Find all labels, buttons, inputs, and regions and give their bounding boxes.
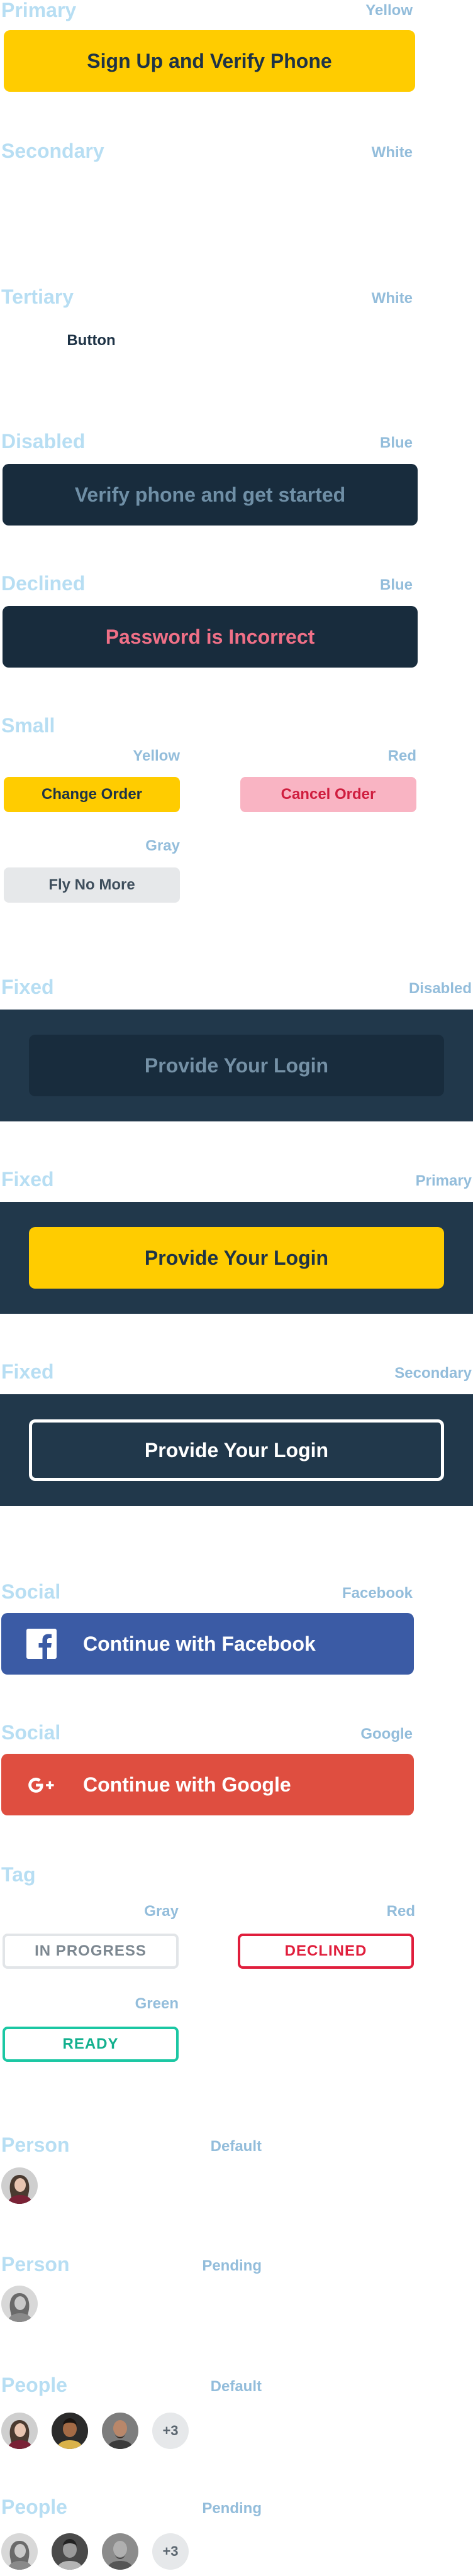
provide-login-primary-button[interactable]: Provide Your Login (29, 1227, 444, 1289)
provide-login-secondary-button[interactable]: Provide Your Login (29, 1419, 444, 1481)
avatar-pending[interactable] (1, 2533, 38, 2570)
variant-label-facebook: Facebook (342, 1585, 413, 1602)
section-title-social: Social (1, 1580, 61, 1603)
variant-label-google: Google (360, 1726, 413, 1742)
change-order-button[interactable]: Change Order (4, 777, 180, 812)
continue-with-google-label: Continue with Google (83, 1773, 291, 1796)
section-title-small: Small (1, 714, 55, 737)
fixed-footer-disabled: Provide Your Login (0, 1010, 473, 1121)
google-plus-icon (26, 1770, 57, 1800)
variant-label-white: White (371, 290, 413, 307)
more-people-count[interactable]: +3 (152, 2413, 189, 2449)
fly-no-more-button[interactable]: Fly No More (4, 867, 180, 903)
cancel-order-button[interactable]: Cancel Order (240, 777, 416, 812)
variant-label-default: Default (210, 2378, 262, 2395)
variant-label-blue: Blue (379, 576, 413, 593)
section-title-person: Person (1, 2253, 70, 2276)
section-title-tertiary: Tertiary (1, 285, 74, 308)
avatar[interactable] (52, 2413, 88, 2449)
variant-label-yellow: Yellow (133, 747, 180, 764)
variant-label-red: Red (386, 1903, 415, 1920)
section-title-secondary: Secondary (1, 140, 104, 162)
variant-label-pending: Pending (202, 2500, 262, 2517)
fixed-footer-primary: Provide Your Login (0, 1202, 473, 1314)
section-title-disabled: Disabled (1, 430, 86, 453)
variant-label-pending: Pending (202, 2257, 262, 2274)
variant-label-default: Default (210, 2138, 262, 2155)
section-title-people: People (1, 2374, 67, 2396)
variant-label-secondary: Secondary (394, 1365, 472, 1382)
avatar[interactable] (1, 2167, 38, 2204)
variant-label-primary: Primary (415, 1172, 472, 1189)
continue-with-facebook-label: Continue with Facebook (83, 1632, 316, 1655)
facebook-icon (26, 1629, 57, 1659)
section-title-fixed: Fixed (1, 976, 54, 998)
tag-ready: READY (3, 2027, 179, 2062)
variant-label-disabled: Disabled (408, 980, 472, 997)
section-title-social: Social (1, 1721, 61, 1744)
continue-with-facebook-button[interactable]: Continue with Facebook (1, 1613, 414, 1675)
section-title-declined: Declined (1, 572, 86, 595)
section-title-person: Person (1, 2133, 70, 2156)
tag-in-progress: IN PROGRESS (3, 1934, 179, 1969)
avatar[interactable] (1, 2413, 38, 2449)
section-title-fixed: Fixed (1, 1360, 54, 1383)
tertiary-button[interactable]: Button (57, 328, 126, 353)
fixed-footer-secondary: Provide Your Login (0, 1394, 473, 1506)
variant-label-white: White (371, 144, 413, 161)
verify-phone-disabled-button[interactable]: Verify phone and get started (3, 464, 418, 526)
provide-login-disabled-button[interactable]: Provide Your Login (29, 1035, 444, 1096)
tag-declined: DECLINED (238, 1934, 414, 1969)
avatar-pending[interactable] (1, 2286, 38, 2322)
variant-label-yellow: Yellow (365, 2, 413, 19)
avatar[interactable] (102, 2413, 138, 2449)
section-title-primary: Primary (1, 0, 77, 21)
continue-with-google-button[interactable]: Continue with Google (1, 1754, 414, 1815)
avatar-pending[interactable] (52, 2533, 88, 2570)
password-incorrect-button[interactable]: Password is Incorrect (3, 606, 418, 668)
section-title-tag: Tag (1, 1863, 36, 1886)
sign-up-verify-button[interactable]: Sign Up and Verify Phone (4, 30, 415, 92)
avatar-pending[interactable] (102, 2533, 138, 2570)
more-people-count[interactable]: +3 (152, 2533, 189, 2570)
section-title-fixed: Fixed (1, 1168, 54, 1191)
section-title-people: People (1, 2496, 67, 2518)
variant-label-green: Green (135, 1995, 179, 2012)
variant-label-gray: Gray (144, 1903, 179, 1920)
variant-label-blue: Blue (379, 434, 413, 451)
variant-label-red: Red (387, 747, 416, 764)
variant-label-gray: Gray (145, 837, 180, 854)
